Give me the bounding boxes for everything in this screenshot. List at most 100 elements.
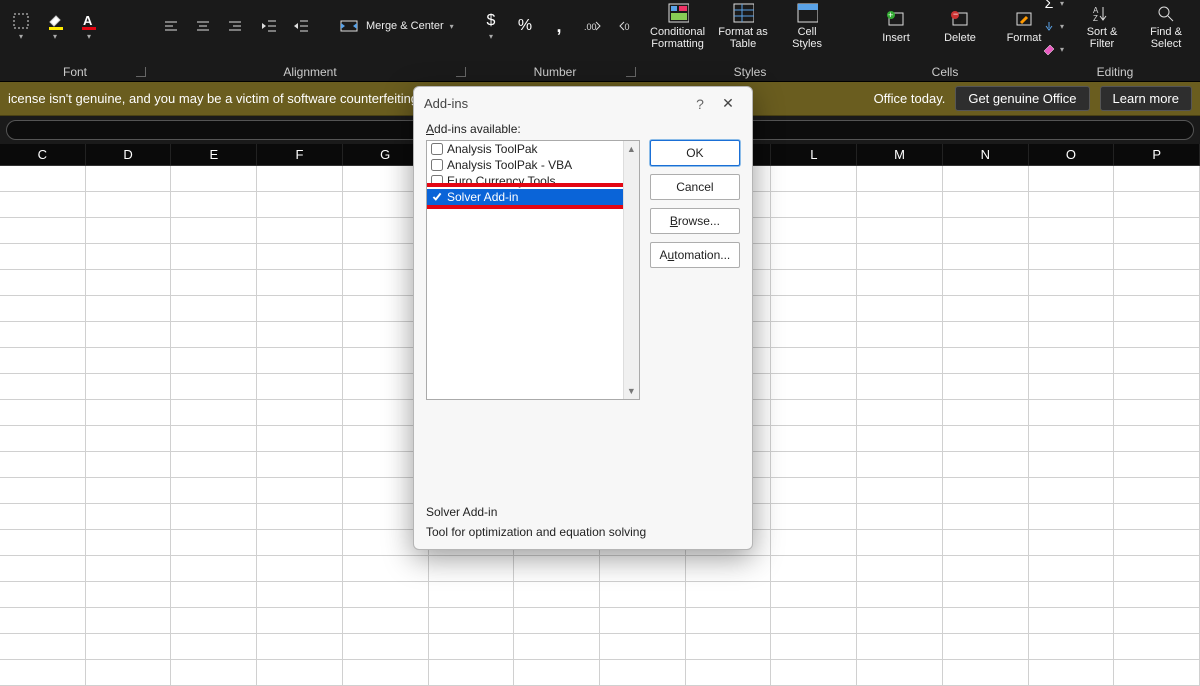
cell[interactable] xyxy=(943,192,1029,217)
cell[interactable] xyxy=(600,608,686,633)
cell[interactable] xyxy=(257,218,343,243)
font-dialog-launcher[interactable] xyxy=(136,67,146,77)
cell[interactable] xyxy=(1029,374,1115,399)
cell[interactable] xyxy=(257,556,343,581)
cell[interactable] xyxy=(1114,296,1200,321)
cell[interactable] xyxy=(86,166,172,191)
find-select-button[interactable]: Find & Select xyxy=(1136,0,1196,52)
cell[interactable] xyxy=(857,556,943,581)
cell[interactable] xyxy=(171,374,257,399)
cell[interactable] xyxy=(943,244,1029,269)
cell[interactable] xyxy=(857,634,943,659)
increase-decimal-button[interactable]: .00 xyxy=(578,15,608,37)
cell[interactable] xyxy=(0,608,86,633)
cell[interactable] xyxy=(943,322,1029,347)
cell-styles-button[interactable]: Cell Styles xyxy=(777,0,837,52)
cell[interactable] xyxy=(171,478,257,503)
cell[interactable] xyxy=(86,608,172,633)
cell[interactable] xyxy=(0,582,86,607)
listbox-scrollbar[interactable]: ▲ ▼ xyxy=(623,141,639,399)
cell[interactable] xyxy=(857,322,943,347)
cell[interactable] xyxy=(1114,322,1200,347)
cancel-button[interactable]: Cancel xyxy=(650,174,740,200)
cell[interactable] xyxy=(1029,218,1115,243)
decrease-indent-button[interactable] xyxy=(254,15,284,37)
cell[interactable] xyxy=(943,166,1029,191)
cell[interactable] xyxy=(514,608,600,633)
cell[interactable] xyxy=(771,218,857,243)
cell[interactable] xyxy=(1114,348,1200,373)
cell[interactable] xyxy=(857,660,943,685)
cell[interactable] xyxy=(86,582,172,607)
cell[interactable] xyxy=(257,608,343,633)
cell[interactable] xyxy=(86,478,172,503)
cell[interactable] xyxy=(1114,244,1200,269)
cell[interactable] xyxy=(0,244,86,269)
cell[interactable] xyxy=(1114,660,1200,685)
percent-button[interactable]: % xyxy=(510,15,540,37)
cell[interactable] xyxy=(86,192,172,217)
cell[interactable] xyxy=(1114,608,1200,633)
cell[interactable] xyxy=(771,504,857,529)
addin-checkbox[interactable] xyxy=(431,191,443,203)
cell[interactable] xyxy=(0,296,86,321)
cell[interactable] xyxy=(171,270,257,295)
cell[interactable] xyxy=(343,582,429,607)
cell[interactable] xyxy=(0,270,86,295)
cell[interactable] xyxy=(1029,582,1115,607)
cell[interactable] xyxy=(86,660,172,685)
cell[interactable] xyxy=(771,244,857,269)
cell[interactable] xyxy=(0,192,86,217)
column-header[interactable]: E xyxy=(171,144,257,165)
cell[interactable] xyxy=(1114,478,1200,503)
sort-filter-button[interactable]: AZ Sort & Filter xyxy=(1072,0,1132,52)
cell[interactable] xyxy=(86,270,172,295)
cell[interactable] xyxy=(171,426,257,451)
cell[interactable] xyxy=(0,322,86,347)
cell[interactable] xyxy=(943,296,1029,321)
cell[interactable] xyxy=(86,296,172,321)
cell[interactable] xyxy=(771,400,857,425)
column-header[interactable]: O xyxy=(1029,144,1115,165)
automation-button[interactable]: Automation... xyxy=(650,242,740,268)
cell[interactable] xyxy=(771,634,857,659)
addins-listbox[interactable]: Analysis ToolPak Analysis ToolPak - VBA … xyxy=(426,140,640,400)
cell[interactable] xyxy=(771,660,857,685)
cell[interactable] xyxy=(1029,244,1115,269)
delete-cells-button[interactable]: − Delete xyxy=(930,6,990,46)
cell[interactable] xyxy=(1029,192,1115,217)
cell[interactable] xyxy=(171,634,257,659)
cell[interactable] xyxy=(600,634,686,659)
cell[interactable] xyxy=(1114,530,1200,555)
cell[interactable] xyxy=(0,556,86,581)
cell[interactable] xyxy=(257,426,343,451)
cell[interactable] xyxy=(257,478,343,503)
cell[interactable] xyxy=(514,556,600,581)
cell[interactable] xyxy=(1029,452,1115,477)
column-header[interactable]: M xyxy=(857,144,943,165)
alignment-dialog-launcher[interactable] xyxy=(456,67,466,77)
cell[interactable] xyxy=(257,452,343,477)
cell[interactable] xyxy=(514,660,600,685)
cell[interactable] xyxy=(857,582,943,607)
cell[interactable] xyxy=(686,608,772,633)
cell[interactable] xyxy=(771,270,857,295)
cell[interactable] xyxy=(1114,270,1200,295)
cell[interactable] xyxy=(86,218,172,243)
cell[interactable] xyxy=(857,270,943,295)
cell[interactable] xyxy=(1114,426,1200,451)
increase-indent-button[interactable] xyxy=(286,15,316,37)
cell[interactable] xyxy=(857,504,943,529)
cell[interactable] xyxy=(1029,426,1115,451)
cell[interactable] xyxy=(257,166,343,191)
ok-button[interactable]: OK xyxy=(650,140,740,166)
cell[interactable] xyxy=(0,634,86,659)
close-icon[interactable]: ✕ xyxy=(714,95,742,112)
cell[interactable] xyxy=(1029,322,1115,347)
cell[interactable] xyxy=(0,530,86,555)
cell[interactable] xyxy=(1029,400,1115,425)
cell[interactable] xyxy=(857,530,943,555)
cell[interactable] xyxy=(257,504,343,529)
cell[interactable] xyxy=(171,348,257,373)
cell[interactable] xyxy=(1114,192,1200,217)
